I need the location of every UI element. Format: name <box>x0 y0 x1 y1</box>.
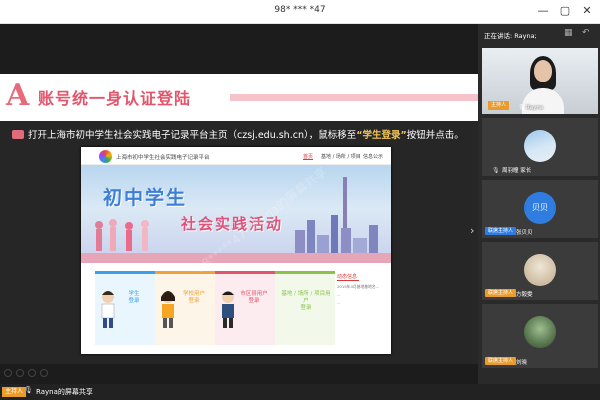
official-avatar-icon <box>222 291 234 328</box>
microphone-icon: 🎙 <box>492 167 500 174</box>
maximize-button[interactable]: ▢ <box>556 2 574 20</box>
base-login-card[interactable]: 基地 / 场所 / 项目用户 登录 <box>275 271 335 345</box>
bottom-status-bar: 主持人 🎙 Rayna的屏幕共享 <box>0 384 600 400</box>
presentation-slide: A 账号统一身认证登陆 打开上海市初中学生社会实践电子记录平台主页（czsj.e… <box>0 74 478 364</box>
instruction-text-end: 按钮并点击。 <box>406 130 464 141</box>
school-login-card[interactable]: 学校用户 登录 <box>155 271 215 345</box>
video-face-shape <box>534 60 552 82</box>
window-title: 98* *** *47 <box>274 5 326 15</box>
participant-name: Rayna <box>526 105 544 111</box>
site-nav-bases: 基地 / 场所 / 项目 <box>321 154 361 160</box>
site-nav-notice: 信息公示 <box>363 154 384 160</box>
participant-tile[interactable]: 🎙 周羽瞳 家长 <box>482 118 598 176</box>
participant-video: 主持人 🎙 Rayna <box>482 48 598 114</box>
participant-tile[interactable]: 联席主持人 方毅雯 <box>482 242 598 300</box>
host-badge: 主持人 <box>2 387 27 397</box>
slide-logo-icon: A <box>6 78 30 113</box>
news-item[interactable]: 2019年4月基地基地名... <box>337 284 385 289</box>
news-item[interactable]: ... <box>337 292 385 297</box>
participant-tile[interactable]: 主持人 🎙 Rayna <box>482 48 598 114</box>
participant-avatar: 贝贝 <box>524 192 556 224</box>
slide-control-dot[interactable] <box>28 369 36 377</box>
student-login-card[interactable]: 学生 登录 <box>95 271 155 345</box>
site-nav-home: 首页 <box>303 154 314 160</box>
cohost-badge: 联席主持人 <box>485 227 517 235</box>
microphone-icon[interactable]: 🎙 <box>24 386 33 394</box>
host-badge: 主持人 <box>488 101 510 110</box>
instruction-highlight: “学生登录” <box>356 130 407 141</box>
participants-panel: 正在讲话: Rayna; ▦ ↶ 主持人 🎙 Rayna 🎙 周羽瞳 家长 贝贝… <box>478 24 600 384</box>
close-button[interactable]: ✕ <box>578 2 596 20</box>
login-cards: 学生 登录 学校用户 登录 市区县用户 登录 基地 / 场所 / 项目用户 登录 <box>95 271 335 345</box>
teacher-avatar-icon <box>161 291 175 328</box>
participant-name: 刘晓 <box>516 360 528 366</box>
people-silhouettes <box>95 219 149 251</box>
website-screenshot: 上海市初中学生社会实践电子记录平台 首页 基地 / 场所 / 项目 信息公示 初… <box>81 147 391 354</box>
card-stripe <box>95 271 155 274</box>
card-stripe <box>275 271 335 274</box>
instruction-text: 打开上海市初中学生社会实践电子记录平台主页（czsj.edu.sh.cn），鼠标… <box>28 130 357 141</box>
shared-screen: A 账号统一身认证登陆 打开上海市初中学生社会实践电子记录平台主页（czsj.e… <box>0 24 478 384</box>
banner-title-line1: 初中学生 <box>103 187 188 209</box>
site-title: 上海市初中学生社会实践电子记录平台 <box>116 155 210 161</box>
slide-title: 账号统一身认证登陆 <box>38 89 192 108</box>
news-item[interactable]: ... <box>337 300 385 305</box>
bullet-icon <box>12 130 24 139</box>
district-login-card[interactable]: 市区县用户 登录 <box>215 271 275 345</box>
back-arrow-icon[interactable]: ↶ <box>582 28 590 38</box>
participant-name: 周羽瞳 家长 <box>502 168 532 174</box>
participant-name: 方毅雯 <box>516 292 533 298</box>
chevron-right-icon[interactable]: › <box>470 224 474 237</box>
cohost-badge: 联席主持人 <box>485 289 517 297</box>
site-navbar: 上海市初中学生社会实践电子记录平台 首页 基地 / 场所 / 项目 信息公示 <box>81 147 391 165</box>
panel-header: 正在讲话: Rayna; ▦ ↶ <box>478 24 600 46</box>
cohost-badge: 联席主持人 <box>485 357 517 365</box>
header-decoration <box>230 94 478 101</box>
speaking-indicator: 正在讲话: Rayna; <box>484 32 537 40</box>
slide-body: 打开上海市初中学生社会实践电子记录平台主页（czsj.edu.sh.cn），鼠标… <box>0 121 478 364</box>
site-logo-icon <box>99 150 112 163</box>
screen-share-label: Rayna的屏幕共享 <box>36 388 93 396</box>
school-login-label: 学校用户 登录 <box>182 291 205 304</box>
district-login-label: 市区县用户 登录 <box>240 291 268 304</box>
slide-control-dot[interactable] <box>16 369 24 377</box>
slide-controls <box>0 364 478 382</box>
grid-view-icon[interactable]: ▦ <box>564 28 573 38</box>
base-login-label: 基地 / 场所 / 项目用户 登录 <box>281 291 331 311</box>
banner-ground <box>81 253 391 263</box>
participant-avatar <box>524 130 556 162</box>
slide-header: A 账号统一身认证登陆 <box>0 74 478 121</box>
card-stripe <box>215 271 275 274</box>
city-skyline <box>295 215 378 255</box>
window-titlebar: 98* *** *47 — ▢ ✕ <box>0 0 600 24</box>
participant-tile[interactable]: 联席主持人 刘晓 <box>482 304 598 368</box>
minimize-button[interactable]: — <box>534 2 552 20</box>
participant-name: 张贝贝 <box>516 230 533 236</box>
participant-avatar <box>524 316 556 348</box>
microphone-icon: 🎙 <box>518 104 526 111</box>
participant-tile[interactable]: 贝贝 联席主持人 张贝贝 <box>482 180 598 238</box>
slide-control-dot[interactable] <box>4 369 12 377</box>
student-avatar-icon <box>101 291 115 328</box>
news-panel: 动态信息 2019年4月基地基地名... ... ... <box>337 271 385 345</box>
participant-avatar <box>524 254 556 286</box>
slide-instruction: 打开上海市初中学生社会实践电子记录平台主页（czsj.edu.sh.cn），鼠标… <box>12 127 464 141</box>
news-header: 动态信息 <box>337 274 359 281</box>
student-login-label: 学生 登录 <box>128 291 140 304</box>
slide-control-dot[interactable] <box>40 369 48 377</box>
